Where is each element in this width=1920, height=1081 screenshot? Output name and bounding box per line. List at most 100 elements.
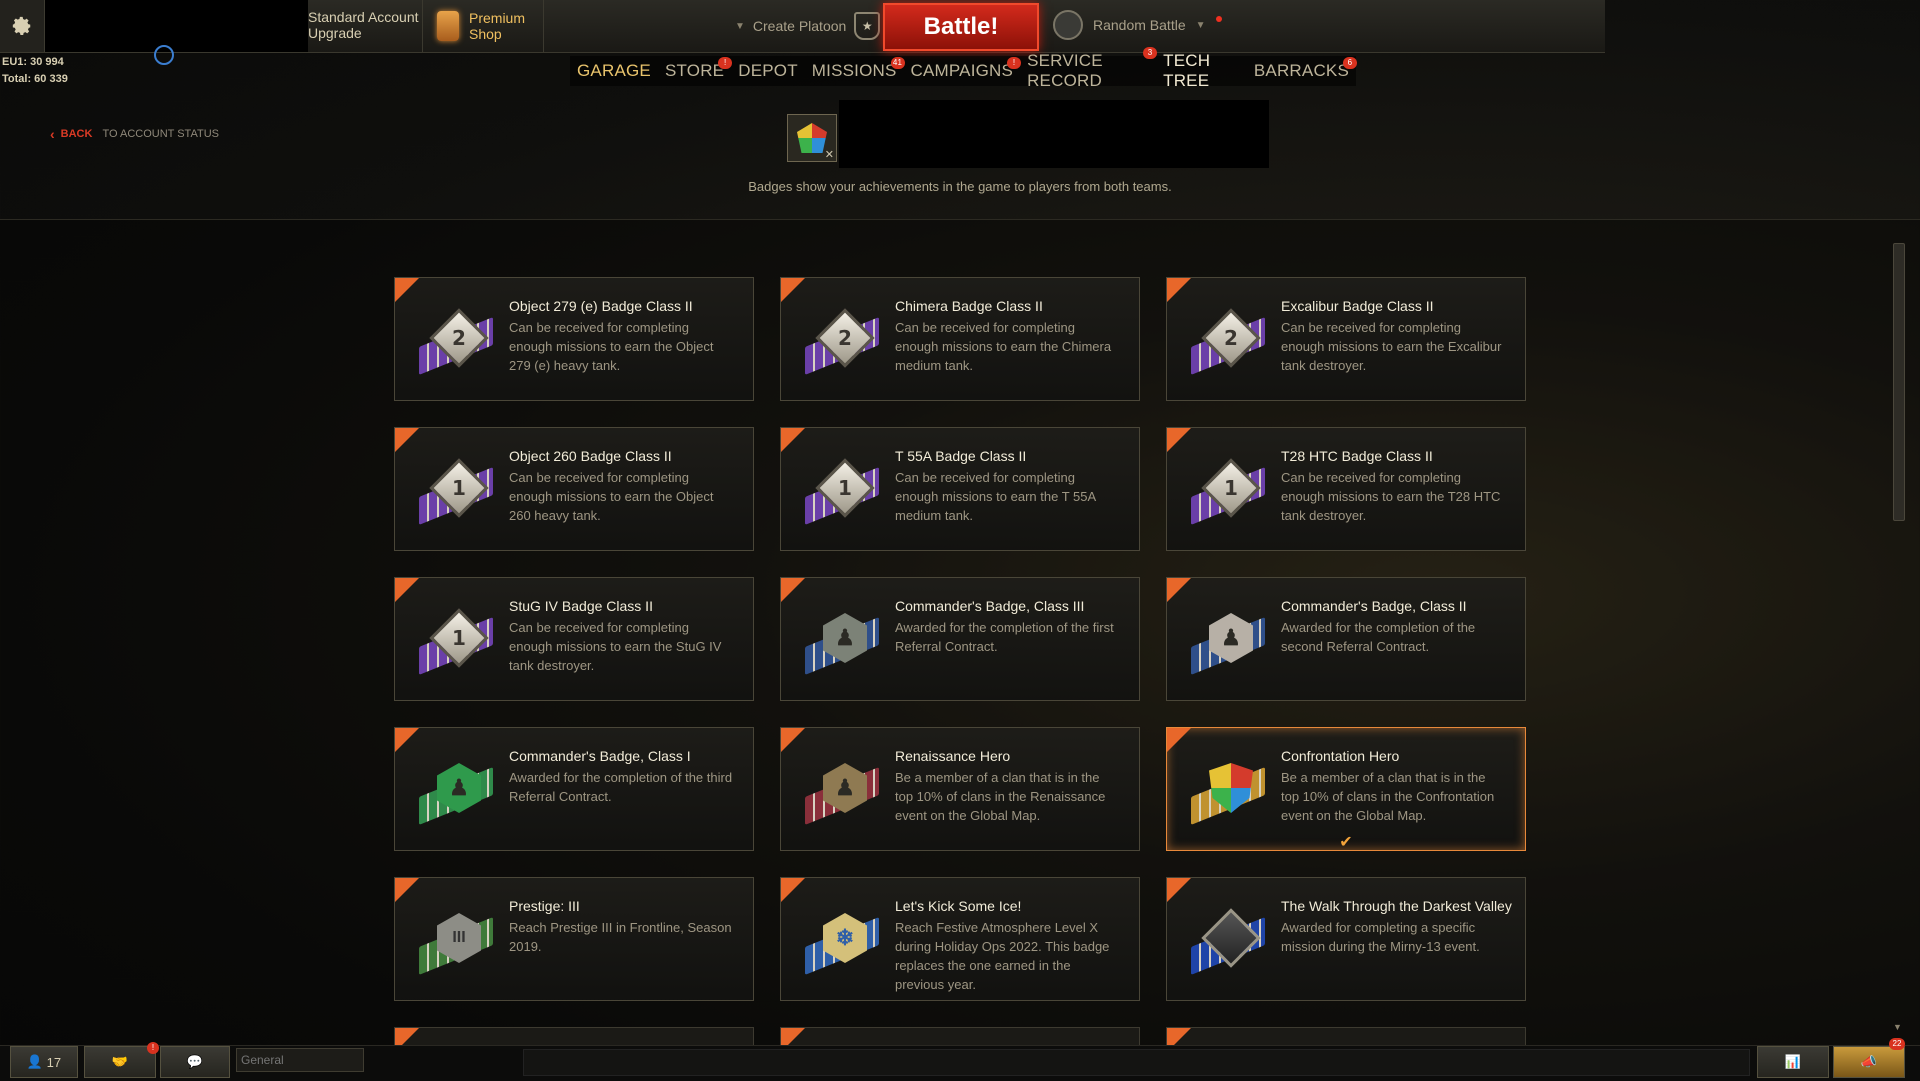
random-battle-icon — [1053, 10, 1083, 40]
badge-card[interactable]: 2 Object 279 (e) Badge Class II Can be rec… — [394, 277, 754, 401]
badge-card[interactable]: Confrontation Hero Be a member of a clan … — [1166, 727, 1526, 851]
nav-tab-tech-tree[interactable]: TECH TREE — [1163, 51, 1240, 91]
badge-emblem: 1 — [429, 458, 489, 518]
badge-card[interactable]: 2 Excalibur Badge Class II Can be received… — [1166, 277, 1526, 401]
chevron-down-icon: ▼ — [735, 20, 745, 32]
badge-emblem: 2 — [1201, 308, 1261, 368]
badge-emblem: ♟ — [823, 610, 867, 666]
nav-tab-depot[interactable]: DEPOT — [738, 61, 798, 81]
create-platoon-button[interactable]: ▼ Create Platoon ★ — [735, 12, 881, 40]
badge-emblem: ♟ — [1209, 610, 1253, 666]
badge-card[interactable]: III Prestige: III Reach Prestige III in Fr… — [394, 877, 754, 1001]
badge-emblem: 1 — [429, 608, 489, 668]
card-corner-accent — [395, 578, 419, 602]
scroll-down-arrow[interactable]: ▼ — [1893, 1022, 1903, 1032]
premium-shop-button[interactable]: Premium Shop — [422, 0, 544, 52]
account-status[interactable]: Standard Account Upgrade — [308, 9, 419, 41]
nav-tab-campaigns[interactable]: CAMPAIGNS! — [911, 57, 1022, 81]
nav-tab-garage[interactable]: GARAGE — [577, 61, 651, 81]
badge-icon: 1 — [415, 454, 495, 526]
badge-icon: 1 — [1187, 454, 1267, 526]
handshake-icon: 🤝 — [111, 1054, 129, 1069]
badge-card[interactable]: ♟ Commander's Badge, Class I Awarded for t… — [394, 727, 754, 851]
badge-card[interactable]: 1 StuG IV Badge Class II Can be received f… — [394, 577, 754, 701]
nav-tab-label: DEPOT — [738, 61, 798, 80]
badge-card-partial[interactable] — [1166, 1027, 1526, 1046]
back-button[interactable]: ‹ BACK TO ACCOUNT STATUS — [50, 126, 219, 142]
badge-card-partial[interactable] — [780, 1027, 1140, 1046]
card-corner-accent — [781, 578, 805, 602]
gear-icon — [12, 16, 31, 35]
badge-emblem: ❄ — [823, 910, 867, 966]
nav-tab-store[interactable]: STORE! — [664, 57, 733, 81]
badge-title: Let's Kick Some Ice! — [895, 898, 1022, 914]
session-stats-button[interactable]: 📊 — [1757, 1046, 1829, 1078]
badge-card[interactable]: ♟ Renaissance Hero Be a member of a clan t… — [780, 727, 1140, 851]
badge-card-partial[interactable] — [394, 1027, 754, 1046]
badge-emblem: 1 — [815, 458, 875, 518]
badge-emblem: 2 — [815, 308, 875, 368]
close-icon[interactable]: ✕ — [825, 148, 834, 161]
badge-title: StuG IV Badge Class II — [509, 598, 653, 614]
nav-tab-service-record[interactable]: SERVICE RECORD 3 — [1027, 47, 1158, 91]
battle-mode-selector[interactable]: Random Battle ▼ — [1053, 10, 1222, 40]
badge-card[interactable]: 1 T28 HTC Badge Class II Can be received f… — [1166, 427, 1526, 551]
notifications-button[interactable]: 📣 — [1833, 1046, 1905, 1078]
badge-card[interactable]: 1 T 55A Badge Class II Can be received for… — [780, 427, 1140, 551]
nav-tab-barracks[interactable]: BARRACKS 6 — [1254, 57, 1357, 81]
info-icon[interactable] — [154, 45, 174, 65]
badge-icon: ❄ — [801, 904, 881, 976]
badge-description: Awarded for the completion of the third … — [509, 770, 733, 804]
badge-title: Renaissance Hero — [895, 748, 1011, 764]
chevron-left-icon: ‹ — [50, 126, 55, 142]
redacted-panel — [839, 100, 1269, 168]
badge-icon: ♟ — [1187, 604, 1267, 676]
badge-card[interactable]: 1 Object 260 Badge Class II Can be receive… — [394, 427, 754, 551]
badge-class-number: 2 — [838, 325, 852, 350]
top-bar: Standard Account Upgrade Premium Shop ▼ … — [0, 0, 1605, 53]
nav-tab-label: TECH TREE — [1163, 51, 1211, 90]
card-corner-accent — [1167, 278, 1191, 302]
nav-tab-label: GARAGE — [577, 61, 651, 80]
bar-chart-icon: 📊 — [1784, 1054, 1802, 1069]
platoon-star-icon: ★ — [854, 12, 881, 40]
contacts-button[interactable]: 🤝 — [84, 1046, 156, 1078]
nav-tab-missions[interactable]: MISSIONS 41 — [812, 57, 905, 81]
card-corner-accent — [1167, 728, 1191, 752]
badge-card[interactable]: The Walk Through the Darkest Valley Award… — [1166, 877, 1526, 1001]
nav-alert-badge: ! — [1007, 57, 1022, 69]
upgrade-link[interactable]: Upgrade — [308, 25, 419, 41]
badge-class-number: 1 — [452, 625, 466, 650]
badge-card[interactable]: 2 Chimera Badge Class II Can be received f… — [780, 277, 1140, 401]
back-sub-label: TO ACCOUNT STATUS — [102, 128, 219, 140]
battle-button[interactable]: Battle! — [883, 3, 1039, 51]
card-corner-accent — [395, 728, 419, 752]
nav-alert-badge: 6 — [1343, 57, 1357, 69]
card-corner-accent — [1167, 878, 1191, 902]
badge-card[interactable]: ♟ Commander's Badge, Class II Awarded for … — [1166, 577, 1526, 701]
badge-description: Can be received for completing enough mi… — [895, 470, 1096, 523]
battle-mode-label: Random Battle — [1093, 17, 1186, 33]
scrollbar-thumb[interactable] — [1893, 243, 1905, 521]
server-online: EU1: 30 994 — [2, 56, 64, 68]
settings-button[interactable] — [0, 0, 45, 52]
chevron-down-icon: ▼ — [1195, 19, 1206, 31]
badge-emblem: ♟ — [823, 760, 867, 816]
badge-icon — [1187, 904, 1267, 976]
selected-badge-slot[interactable]: ✕ — [787, 114, 837, 162]
badges-grid: 2 Object 279 (e) Badge Class II Can be rec… — [394, 277, 1526, 1001]
chat-channel-input[interactable] — [236, 1048, 364, 1072]
badge-card[interactable]: ♟ Commander's Badge, Class III Awarded for… — [780, 577, 1140, 701]
players-online-button[interactable]: 👤 17 — [10, 1046, 78, 1078]
chat-bubbles-icon: 💬 — [186, 1054, 204, 1069]
badge-card[interactable]: ❄ Let's Kick Some Ice! Reach Festive Atmos… — [780, 877, 1140, 1001]
chat-channels-button[interactable]: 💬 — [160, 1046, 230, 1078]
nav-tab-label: STORE — [664, 61, 725, 80]
players-count: 17 — [46, 1054, 62, 1070]
badge-title: T 55A Badge Class II — [895, 448, 1027, 464]
badge-emblem-text: III — [452, 929, 466, 946]
next-row-partial — [394, 1027, 1526, 1046]
badge-emblem — [1209, 760, 1253, 816]
badge-title: Commander's Badge, Class III — [895, 598, 1085, 614]
account-type: Standard Account — [308, 9, 419, 25]
